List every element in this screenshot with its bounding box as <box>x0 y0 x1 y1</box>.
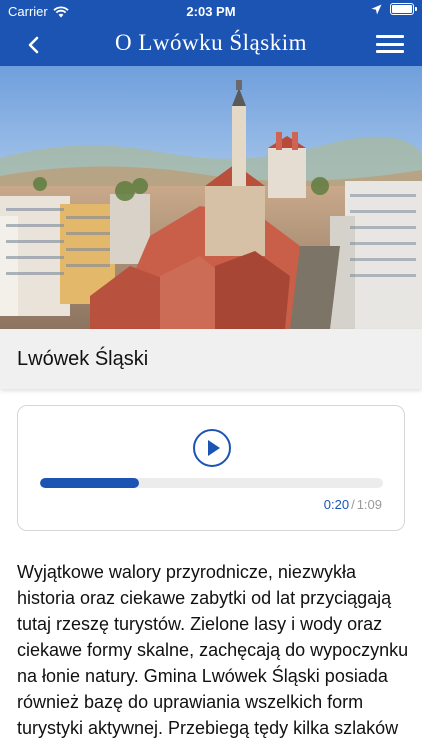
battery-icon <box>390 3 417 15</box>
status-right-icons <box>371 3 417 15</box>
total-time: 1:09 <box>356 497 382 512</box>
location-arrow-icon <box>371 4 382 14</box>
menu-button[interactable] <box>376 32 404 56</box>
nav-bar: O Lwówku Śląskim <box>0 22 422 66</box>
hero-image <box>0 66 422 329</box>
play-button[interactable] <box>193 429 231 467</box>
page-title: O Lwówku Śląskim <box>115 30 307 55</box>
status-time: 2:03 PM <box>186 4 236 19</box>
place-name: Lwówek Śląski <box>17 348 149 370</box>
audio-progress-fill <box>40 478 140 488</box>
audio-time-readout: 0:20/1:09 <box>324 497 382 512</box>
audio-player: 0:20/1:09 <box>17 405 405 531</box>
current-time: 0:20 <box>323 497 350 512</box>
description-text: Wyjątkowe walory przyrodnicze, niezwykła… <box>17 562 409 738</box>
hamburger-menu-icon <box>376 35 404 38</box>
time-separator: / <box>351 497 355 512</box>
app-header: Carrier 2:03 PM O Lwówku Śląskim <box>0 0 422 66</box>
play-icon <box>207 440 220 456</box>
place-title-card: Lwówek Śląski <box>0 329 422 389</box>
status-bar: Carrier 2:03 PM <box>0 0 422 22</box>
town-aerial-photo <box>0 66 422 329</box>
audio-progress-track[interactable] <box>40 478 383 488</box>
